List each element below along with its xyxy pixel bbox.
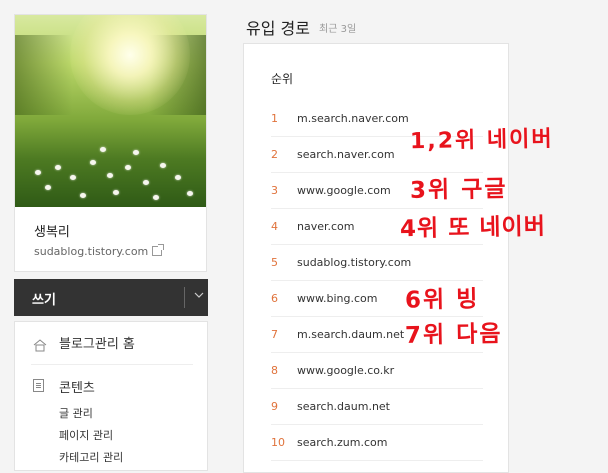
rank-number: 6 — [271, 292, 278, 305]
rank-number: 5 — [271, 256, 278, 269]
annotation-naver-4: 4위 또 네이버 — [399, 213, 547, 243]
write-button[interactable]: 쓰기 — [14, 279, 208, 316]
home-icon — [33, 337, 47, 352]
menu-item-blog-home[interactable]: 블로그관리 홈 — [59, 333, 135, 352]
blog-cover-image — [15, 15, 206, 207]
referrer-row: 5 sudablog.tistory.com — [271, 245, 483, 281]
rank-header: 순위 — [271, 72, 294, 86]
referrer-site: sudablog.tistory.com — [297, 256, 412, 269]
referrer-site: www.bing.com — [297, 292, 378, 305]
menu-subitem-page-manage[interactable]: 페이지 관리 — [59, 427, 113, 443]
referrer-site: search.zum.com — [297, 436, 388, 449]
menu-subitem-post-manage[interactable]: 글 관리 — [59, 405, 93, 421]
menu-divider — [31, 364, 193, 365]
referrer-site: www.google.co.kr — [297, 364, 395, 377]
menu-subitem-category-manage[interactable]: 카테고리 관리 — [59, 449, 123, 465]
rank-number: 1 — [271, 112, 278, 125]
write-button-label[interactable]: 쓰기 — [32, 289, 56, 308]
blog-url-link[interactable]: sudablog.tistory.com — [34, 244, 165, 258]
blog-profile-card: 생복리 sudablog.tistory.com — [14, 14, 207, 272]
blog-name[interactable]: 생복리 — [34, 221, 70, 240]
referrer-site: m.search.daum.net — [297, 328, 405, 341]
referrer-panel: 순위 1 m.search.naver.com 2 search.naver.c… — [243, 43, 509, 473]
annotation-daum-7: 7위 다음 — [404, 321, 503, 349]
rank-number: 3 — [271, 184, 278, 197]
rank-number: 7 — [271, 328, 278, 341]
rank-number: 8 — [271, 364, 278, 377]
referrer-row: 10 search.zum.com — [271, 425, 483, 461]
external-link-icon[interactable] — [152, 244, 165, 256]
chevron-down-icon[interactable] — [194, 291, 204, 302]
document-icon — [33, 379, 44, 392]
rank-number: 4 — [271, 220, 278, 233]
rank-number: 2 — [271, 148, 278, 161]
referrer-site: naver.com — [297, 220, 355, 233]
period-label: 최근 3일 — [319, 24, 357, 35]
management-menu: 블로그관리 홈 콘텐츠 글 관리 페이지 관리 카테고리 관리 — [14, 321, 208, 471]
referrer-site: search.daum.net — [297, 400, 390, 413]
blog-url-text[interactable]: sudablog.tistory.com — [34, 245, 148, 258]
referrer-site: www.google.com — [297, 184, 391, 197]
rank-number: 9 — [271, 400, 278, 413]
annotation-bing-6: 6위 빙 — [404, 286, 480, 314]
referrer-row: 9 search.daum.net — [271, 389, 483, 425]
referrer-row: 8 www.google.co.kr — [271, 353, 483, 389]
referrer-site: m.search.naver.com — [297, 112, 409, 125]
annotation-naver-1-2: 1,2위 네이버 — [409, 126, 554, 155]
write-button-divider — [184, 287, 185, 308]
page-title: 유입 경로 — [246, 19, 310, 38]
menu-item-contents[interactable]: 콘텐츠 — [59, 377, 95, 396]
referrer-site: search.naver.com — [297, 148, 395, 161]
rank-number: 10 — [271, 436, 285, 449]
annotation-google-3: 3위 구글 — [409, 176, 508, 204]
